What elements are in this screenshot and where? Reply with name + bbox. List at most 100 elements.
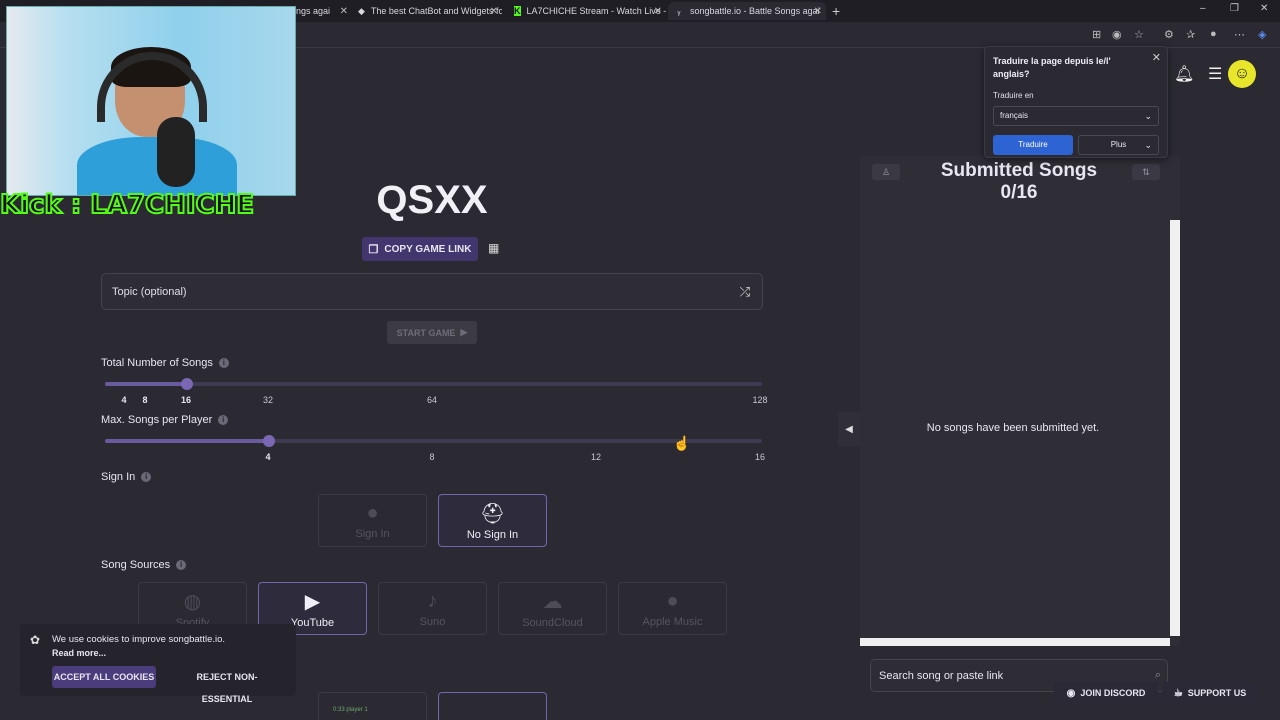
close-icon[interactable]: ✕ (814, 6, 822, 17)
submitted-title-text: Submitted Songs (940, 160, 1098, 181)
song-sources-label-text: Song Sources (101, 559, 171, 571)
close-icon[interactable]: ✕ (1152, 51, 1161, 64)
tick-label: 64 (426, 395, 438, 405)
language-value: français (1000, 111, 1029, 120)
slider-knob[interactable] (263, 435, 275, 447)
accept-cookies-button[interactable]: ACCEPT ALL COOKIES (52, 666, 156, 688)
tick-label: 8 (429, 452, 435, 462)
menu-icon[interactable]: ☰ (1208, 64, 1222, 84)
join-discord-button[interactable]: ◉ JOIN DISCORD (1054, 682, 1158, 704)
close-icon[interactable]: ✕ (340, 6, 348, 17)
language-select[interactable]: français ⌄ (993, 106, 1159, 126)
user-icon: ● (366, 501, 379, 524)
close-icon[interactable]: ✕ (490, 6, 498, 17)
total-songs-label: Total Number of Songs i (101, 357, 229, 369)
tick-label: 4 (121, 395, 127, 405)
new-tab-button[interactable]: + (832, 3, 840, 19)
kick-channel-banner: Kick : LA7CHICHE (0, 186, 296, 224)
sign-in-option[interactable]: ● Sign In (318, 494, 427, 547)
submitted-songs-title: Submitted Songs 0/16 (860, 160, 1178, 204)
support-us-button[interactable]: ☕︎ SUPPORT US (1162, 682, 1258, 704)
vertical-scrollbar[interactable] (1170, 220, 1180, 636)
youtube-icon: ▶ (304, 590, 321, 613)
mode-option-card[interactable] (438, 692, 547, 720)
apps-icon[interactable]: ⊞ (1092, 28, 1101, 41)
translate-button[interactable]: Traduire (993, 135, 1073, 155)
more-icon[interactable]: ⋯ (1234, 28, 1245, 41)
tick-label: 128 (752, 395, 768, 405)
reject-cookies-button[interactable]: REJECT NON-ESSENTIAL (172, 666, 282, 704)
soundcloud-icon: ☁ (542, 590, 563, 613)
browser-tab-2[interactable]: ◆ The best ChatBot and Widgets fo ✕ (352, 2, 502, 20)
sign-in-label-text: Sign In (101, 471, 136, 483)
mouse-cursor-icon: ☝ (673, 435, 691, 451)
game-code: QSXX (376, 178, 488, 222)
slider-fill (105, 439, 269, 443)
extension-icon[interactable]: ◉ (1112, 28, 1122, 41)
translate-title: Traduire la page depuis le/l' anglais? (993, 56, 1111, 79)
extensions-icon[interactable]: ⚙ (1164, 28, 1174, 41)
discord-icon: ◉ (1066, 687, 1076, 699)
coffee-icon: ☕︎ (1173, 687, 1183, 699)
no-sign-in-option[interactable]: ⛑ No Sign In (438, 494, 547, 547)
info-icon[interactable]: i (176, 560, 187, 571)
option-label: Sign In (355, 527, 390, 540)
spotify-icon: ◍ (183, 590, 202, 613)
close-icon[interactable]: ✕ (654, 6, 662, 17)
browser-tab-3[interactable]: K LA7CHICHE Stream - Watch Live - ✕ (508, 2, 666, 20)
tick-label: 16 (180, 395, 192, 405)
info-icon[interactable]: i (141, 472, 152, 483)
support-us-label: SUPPORT US (1187, 688, 1247, 698)
browser-tab-1[interactable]: ngs agai ✕ (290, 2, 350, 20)
slider-knob[interactable] (181, 378, 193, 390)
info-icon[interactable]: i (218, 358, 229, 369)
join-discord-label: JOIN DISCORD (1080, 688, 1146, 698)
suno-icon: ♪ (427, 589, 438, 612)
copy-game-link-label: COPY GAME LINK (384, 243, 472, 255)
avatar[interactable]: ☺ (1228, 60, 1256, 88)
copy-icon: ❐ (368, 243, 379, 256)
source-suno[interactable]: ♪ Suno (378, 582, 487, 635)
close-window-button[interactable]: ✕ (1260, 3, 1268, 14)
copy-game-link-button[interactable]: ❐ COPY GAME LINK (362, 237, 478, 261)
more-options-button[interactable]: Plus ⌄ (1078, 135, 1159, 155)
maximize-button[interactable]: ❐ (1230, 3, 1239, 14)
topic-field: ⤮ (101, 273, 763, 310)
source-apple-music[interactable]: ● Apple Music (618, 582, 727, 635)
info-icon[interactable]: i (218, 415, 229, 426)
copilot-icon[interactable]: ◈ (1258, 28, 1266, 41)
cookie-read-more-link[interactable]: Read more... (52, 648, 106, 658)
browser-tab-4[interactable]: ᵧ songbattle.io - Battle Songs agai ✕ (668, 2, 826, 20)
source-soundcloud[interactable]: ☁ SoundCloud (498, 582, 607, 635)
chevron-left-icon: ◀ (845, 423, 853, 435)
translate-popup: Traduire la page depuis le/l' anglais? ✕… (984, 46, 1168, 158)
max-songs-slider[interactable] (105, 435, 762, 447)
bell-icon[interactable]: 🔔︎ (1174, 64, 1194, 84)
start-game-button[interactable]: START GAME ▶ (387, 321, 477, 344)
search-icon[interactable]: ⌕ (1155, 669, 1161, 682)
kick-channel-text: Kick : LA7CHICHE (0, 189, 255, 221)
star-icon[interactable]: ☆ (1134, 28, 1144, 41)
minimize-button[interactable]: – (1200, 3, 1206, 14)
apple-icon: ● (666, 589, 679, 612)
profile-icon[interactable]: ● (1210, 28, 1217, 40)
submitted-count: 0/16 (1000, 182, 1038, 203)
total-songs-slider[interactable] (105, 378, 762, 390)
panel-collapse-button[interactable]: ◀ (838, 412, 860, 446)
horizontal-scrollbar[interactable] (860, 638, 1170, 646)
submitted-songs-panel: ♙ ⇅ Submitted Songs 0/16 No songs have b… (860, 156, 1180, 646)
song-sources-label: Song Sources i (101, 559, 187, 571)
play-icon: ▶ (460, 327, 468, 337)
favorites-icon[interactable]: ✰ (1186, 28, 1195, 41)
qr-code-icon[interactable]: ▦ (488, 242, 501, 255)
more-options-label: Plus (1110, 140, 1127, 149)
tick-label: 32 (262, 395, 274, 405)
tick-label: 8 (142, 395, 148, 405)
user-icon: ☺ (1233, 65, 1251, 82)
start-game-label: START GAME (396, 327, 456, 338)
tab-label: ngs agai (296, 6, 331, 16)
shuffle-icon[interactable]: ⤮ (740, 284, 750, 300)
mode-option-card[interactable]: 0:33 player 1 (318, 692, 427, 720)
topic-input[interactable] (102, 274, 722, 309)
tick-label: 16 (754, 452, 766, 462)
